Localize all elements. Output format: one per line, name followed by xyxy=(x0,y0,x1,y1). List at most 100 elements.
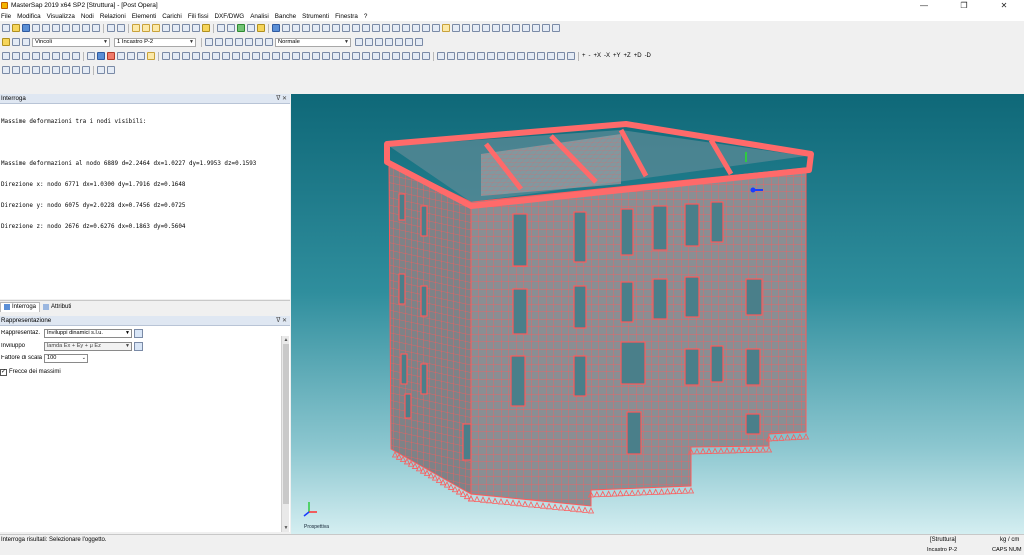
zoom-box-icon[interactable] xyxy=(42,52,50,60)
axis-y-plus-button[interactable]: +Y xyxy=(613,53,621,59)
tab-interroga[interactable]: Interroga xyxy=(0,301,41,312)
print-icon[interactable] xyxy=(32,24,40,32)
tool-s-icon[interactable] xyxy=(342,52,350,60)
draw-line-icon[interactable] xyxy=(12,66,20,74)
loads-icon[interactable] xyxy=(512,24,520,32)
menu-modifica[interactable]: Modifica xyxy=(17,13,40,20)
draw-circle-icon[interactable] xyxy=(52,66,60,74)
text-big-icon[interactable] xyxy=(52,52,60,60)
frecce-checkbox[interactable]: ✓ xyxy=(0,368,7,376)
arrow-7-icon[interactable] xyxy=(497,52,505,60)
open-folder-icon[interactable] xyxy=(12,24,20,32)
show-all-icon[interactable] xyxy=(265,38,273,46)
text-small-icon[interactable] xyxy=(62,52,70,60)
tool-v-icon[interactable] xyxy=(372,52,380,60)
pan-icon[interactable] xyxy=(402,24,410,32)
draw-poly-icon[interactable] xyxy=(42,66,50,74)
color-wheel-icon[interactable] xyxy=(415,38,423,46)
tool-h-icon[interactable] xyxy=(232,52,240,60)
menu-elementi[interactable]: Elementi xyxy=(132,13,157,20)
section-icon[interactable] xyxy=(532,24,540,32)
invert-icon[interactable] xyxy=(245,38,253,46)
info-icon[interactable] xyxy=(237,24,245,32)
pencil-icon[interactable] xyxy=(82,24,90,32)
axis-x-minus-button[interactable]: -X xyxy=(604,53,610,59)
arrow-5-icon[interactable] xyxy=(477,52,485,60)
view-iso-2-icon[interactable] xyxy=(352,24,360,32)
menu-analisi[interactable]: Analisi xyxy=(250,13,269,20)
panel-scrollbar[interactable]: ▲ ▼ xyxy=(281,336,289,532)
hide-icon[interactable] xyxy=(215,38,223,46)
tool-k-icon[interactable] xyxy=(262,52,270,60)
tool-n-icon[interactable] xyxy=(292,52,300,60)
eyedropper-icon[interactable] xyxy=(405,38,413,46)
arrow-9-icon[interactable] xyxy=(517,52,525,60)
lamp-icon[interactable] xyxy=(72,52,80,60)
calculator-icon[interactable] xyxy=(227,24,235,32)
tool-t-icon[interactable] xyxy=(352,52,360,60)
zoom-window-icon[interactable] xyxy=(392,24,400,32)
axis-d-plus-button[interactable]: +D xyxy=(634,53,642,59)
rappresentaz-select[interactable]: Inviluppi dinamici s.l.u. ▼ xyxy=(44,328,132,338)
tool-g-icon[interactable] xyxy=(222,52,230,60)
view-iso-3-icon[interactable] xyxy=(362,24,370,32)
magnify-icon[interactable] xyxy=(205,38,213,46)
undo-icon[interactable] xyxy=(107,24,115,32)
new-file-icon[interactable] xyxy=(2,24,10,32)
plate-icon[interactable] xyxy=(127,52,135,60)
menu-finestra[interactable]: Finestra xyxy=(335,13,358,20)
close-button[interactable]: ✕ xyxy=(984,0,1024,11)
scroll-up-icon[interactable]: ▲ xyxy=(282,336,290,344)
select-icon[interactable] xyxy=(2,38,10,46)
view-back-icon[interactable] xyxy=(292,24,300,32)
menu-file[interactable]: File xyxy=(1,13,11,20)
clipboard-icon[interactable] xyxy=(92,24,100,32)
view-iso-4-icon[interactable] xyxy=(372,24,380,32)
frame-icon[interactable] xyxy=(462,24,470,32)
panel-pin-close-buttons[interactable]: ᐁ ✕ xyxy=(276,94,287,104)
menu-banche[interactable]: Banche xyxy=(275,13,296,20)
print-preview-icon[interactable] xyxy=(42,24,50,32)
menu-nodi[interactable]: Nodi xyxy=(81,13,94,20)
axis-d-minus-button[interactable]: -D xyxy=(645,53,651,59)
trim-icon[interactable] xyxy=(72,66,80,74)
menu-dxf-dwg[interactable]: DXF/DWG xyxy=(214,13,244,20)
inviluppo-select[interactable]: lamda Ex + Ey + μ Ez ▼ xyxy=(44,341,132,351)
redo-icon[interactable] xyxy=(117,24,125,32)
results-icon[interactable] xyxy=(542,24,550,32)
solid-icon[interactable] xyxy=(432,24,440,32)
select-mode-icon[interactable] xyxy=(442,24,450,32)
arrow-3-icon[interactable] xyxy=(457,52,465,60)
filter-icon[interactable] xyxy=(12,38,20,46)
vincoli-select[interactable]: Vincoli ▼ xyxy=(32,37,110,47)
building-model[interactable] xyxy=(291,94,1024,534)
tool-m-icon[interactable] xyxy=(282,52,290,60)
arrow-6-icon[interactable] xyxy=(487,52,495,60)
scroll-down-icon[interactable]: ▼ xyxy=(282,524,290,532)
panel-pin-close-buttons[interactable]: ᐁ ✕ xyxy=(276,316,287,326)
tool-f-icon[interactable] xyxy=(212,52,220,60)
axis-z-plus-button[interactable]: +Z xyxy=(624,53,631,59)
zoom-all-icon[interactable] xyxy=(382,24,390,32)
tool-d-icon[interactable] xyxy=(192,52,200,60)
arrow-11-icon[interactable] xyxy=(537,52,545,60)
show-icon[interactable] xyxy=(225,38,233,46)
menu-relazioni[interactable]: Relazioni xyxy=(100,13,126,20)
tool-p-icon[interactable] xyxy=(312,52,320,60)
arrow-1-icon[interactable] xyxy=(437,52,445,60)
lightbulb-icon[interactable] xyxy=(202,24,210,32)
menu-carichi[interactable]: Carichi xyxy=(162,13,182,20)
max-deformation-node[interactable] xyxy=(750,187,756,193)
view-mode-6-icon[interactable] xyxy=(182,24,190,32)
brush-3-icon[interactable] xyxy=(375,38,383,46)
axis-x-plus-button[interactable]: +X xyxy=(594,53,602,59)
layer-icon[interactable] xyxy=(472,24,480,32)
rappresentaz-settings-button[interactable] xyxy=(134,328,143,338)
extend-icon[interactable] xyxy=(82,66,90,74)
copy-icon[interactable] xyxy=(62,24,70,32)
view-mode-2-icon[interactable] xyxy=(142,24,150,32)
arrow-13-icon[interactable] xyxy=(557,52,565,60)
paint-icon[interactable] xyxy=(395,38,403,46)
tool-q-icon[interactable] xyxy=(322,52,330,60)
tool-aa-icon[interactable] xyxy=(422,52,430,60)
